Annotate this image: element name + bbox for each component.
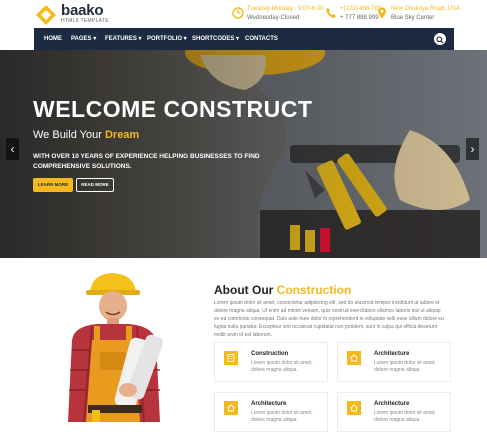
address-line-2: Blue Sky Center xyxy=(391,15,435,21)
nav-home[interactable]: HOME xyxy=(44,28,62,50)
nav-contacts[interactable]: CONTACTS xyxy=(245,28,278,50)
slider-prev-button[interactable]: ‹ xyxy=(6,138,19,160)
slider-next-button[interactable]: › xyxy=(466,138,479,160)
clock-icon xyxy=(232,7,244,19)
about-description: Lorem ipsum dolor sit amet, consectetur … xyxy=(214,300,444,338)
nav-search-button[interactable] xyxy=(434,33,446,45)
service-card-architecture-3[interactable]: Architecture Lorem ipsum dolor sit amet,… xyxy=(337,392,451,432)
phone-line-2[interactable]: + 777 888 999 xyxy=(340,14,379,22)
nav-shortcodes[interactable]: SHORTCODES ▾ xyxy=(192,28,239,50)
search-icon xyxy=(436,36,444,44)
nav-pages[interactable]: PAGES ▾ xyxy=(71,28,96,50)
hero-subtitle: We Build Your Dream xyxy=(33,129,139,142)
service-title: Architecture xyxy=(374,351,410,357)
logo-diamond-icon xyxy=(36,5,56,25)
service-description: Lorem ipsum dolor sit amet, dolore magna… xyxy=(374,360,436,373)
hero-slider: WELCOME CONSTRUCT We Build Your Dream WI… xyxy=(0,50,487,258)
read-more-button[interactable]: READ MORE xyxy=(76,178,114,192)
service-card-construction[interactable]: Construction Lorem ipsum dolor sit amet,… xyxy=(214,342,328,382)
home-icon xyxy=(227,404,235,412)
learn-more-button[interactable]: LEARN MORE xyxy=(33,178,73,192)
brand-tagline: HTML5 TEMPLATE xyxy=(61,18,109,24)
chevron-right-icon: › xyxy=(470,142,475,156)
hero-title: WELCOME CONSTRUCT xyxy=(33,96,313,122)
phone-icon xyxy=(326,8,336,18)
about-title-highlight: Construction xyxy=(276,283,352,297)
service-description: Lorem ipsum dolor sit amet, dolore magna… xyxy=(251,360,313,373)
hours-line-2: Wednesday-Closed xyxy=(247,15,300,21)
nav-features[interactable]: FEATURES ▾ xyxy=(105,28,142,50)
home-icon xyxy=(350,354,358,362)
service-title: Architecture xyxy=(374,401,410,407)
hero-description: WITH OVER 10 YEARS OF EXPERIENCE HELPING… xyxy=(33,153,260,170)
service-icon-box xyxy=(224,351,238,365)
service-title: Architecture xyxy=(251,401,287,407)
service-card-architecture-2[interactable]: Architecture Lorem ipsum dolor sit amet,… xyxy=(214,392,328,432)
chevron-left-icon: ‹ xyxy=(10,142,15,156)
top-header: baako HTML5 TEMPLATE Tuesday-Monday : 9:… xyxy=(0,0,487,28)
address-line-1: New Chokoya Road, USA xyxy=(391,6,461,12)
map-pin-icon xyxy=(378,7,386,19)
about-title: About Our Construction xyxy=(214,283,351,297)
brand-name: baako xyxy=(61,2,104,19)
service-card-architecture-1[interactable]: Architecture Lorem ipsum dolor sit amet,… xyxy=(337,342,451,382)
building-icon xyxy=(227,354,235,362)
hours-line-1: Tuesday-Monday : 9:00-6.00 xyxy=(247,6,324,12)
service-icon-box xyxy=(224,401,238,415)
about-title-text: About Our xyxy=(214,283,277,297)
nav-portfolio[interactable]: PORTFOLIO ▾ xyxy=(147,28,187,50)
service-icon-box xyxy=(347,401,361,415)
worker-image xyxy=(68,273,164,422)
main-nav: HOME PAGES ▾ FEATURES ▾ PORTFOLIO ▾ SHOR… xyxy=(34,28,454,50)
service-icon-box xyxy=(347,351,361,365)
hero-subtitle-highlight: Dream xyxy=(104,129,140,141)
hero-subtitle-text: We Build Your xyxy=(33,129,105,141)
logo[interactable]: baako HTML5 TEMPLATE xyxy=(36,3,156,27)
service-title: Construction xyxy=(251,351,289,357)
home-icon xyxy=(350,404,358,412)
